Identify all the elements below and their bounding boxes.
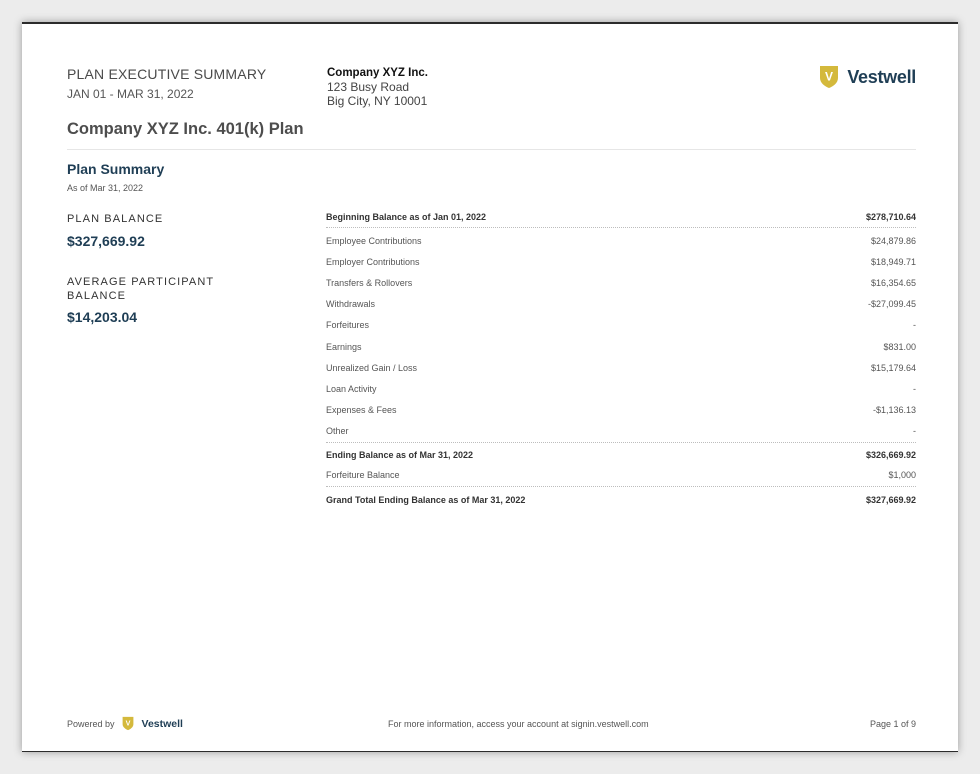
ending-balance-row: Ending Balance as of Mar 31, 2022 $326,6… [326,445,916,465]
footer-info: For more information, access your accoun… [388,719,649,729]
section-as-of: As of Mar 31, 2022 [67,183,144,193]
row-label: Forfeiture Balance [326,470,400,481]
row-label: Grand Total Ending Balance as of Mar 31,… [326,495,526,506]
row-value: $326,669.92 [865,449,916,460]
row-label: Other [326,426,349,437]
forfeiture-balance-row: Forfeiture Balance $1,000 [326,465,916,488]
row-label: Withdrawals [326,299,376,310]
avg-balance-label-line1: AVERAGE PARTICIPANT [67,276,215,288]
plan-balance-label: PLAN BALANCE [67,213,164,225]
row-value: $278,710.64 [865,212,916,222]
row-value: $24,879.86 [870,235,916,246]
footer-wordmark: Vestwell [141,717,183,730]
footer-powered-by: Powered by V Vestwell [67,716,183,731]
avg-balance-label-line2: BALANCE [67,290,127,302]
powered-by-text: Powered by [67,718,115,729]
report-page: PLAN EXECUTIVE SUMMARY JAN 01 - MAR 31, … [22,22,958,752]
row-label: Employer Contributions [326,256,420,267]
beginning-balance-row: Beginning Balance as of Jan 01, 2022 $27… [326,207,916,228]
header-divider [67,149,916,150]
row-label: Beginning Balance as of Jan 01, 2022 [326,212,487,222]
row-value: $16,354.65 [870,277,916,288]
row-value: - [913,383,916,394]
address-line-1: 123 Busy Road [327,80,410,94]
plan-name: Company XYZ Inc. 401(k) Plan [67,120,304,138]
row-label: Forfeitures [326,320,370,331]
avg-balance-label: AVERAGE PARTICIPANT BALANCE [67,275,214,303]
grand-total-row: Grand Total Ending Balance as of Mar 31,… [326,490,916,510]
report-period: JAN 01 - MAR 31, 2022 [67,87,194,101]
report-title: PLAN EXECUTIVE SUMMARY [67,66,267,82]
table-row: Loan Activity - [326,378,916,399]
logo-wordmark: Vestwell [847,66,916,87]
table-row: Withdrawals -$27,099.45 [326,294,916,315]
table-row: Expenses & Fees -$1,136.13 [326,400,916,421]
shield-logo-icon: V [820,66,839,88]
avg-balance-value: $14,203.04 [67,309,138,325]
table-row: Employer Contributions $18,949.71 [326,251,916,272]
row-value: $831.00 [883,341,916,352]
row-label: Transfers & Rollovers [326,277,413,288]
row-value: $18,949.71 [870,256,916,267]
row-value: $1,000 [888,470,916,481]
row-value: - [913,426,916,437]
table-row: Transfers & Rollovers $16,354.65 [326,272,916,293]
row-label: Earnings [326,341,362,352]
row-label: Expenses & Fees [326,405,397,416]
logo-letter: V [825,70,833,84]
table-row: Earnings $831.00 [326,336,916,357]
balance-table: Beginning Balance as of Jan 01, 2022 $27… [326,207,916,510]
section-title: Plan Summary [67,161,165,177]
table-row: Other - [326,421,916,443]
row-value: - [913,320,916,331]
row-value: -$27,099.45 [867,299,916,310]
row-label: Ending Balance as of Mar 31, 2022 [326,449,474,460]
vestwell-logo: V Vestwell [819,65,916,89]
footer-logo-letter: V [125,719,130,728]
table-row: Unrealized Gain / Loss $15,179.64 [326,357,916,378]
row-label: Loan Activity [326,383,377,394]
page-number: Page 1 of 9 [869,719,916,729]
row-value: -$1,136.13 [872,405,916,416]
company-address: Company XYZ Inc. 123 Busy Road Big City,… [327,66,428,108]
row-label: Unrealized Gain / Loss [326,362,418,373]
row-label: Employee Contributions [326,235,422,246]
plan-balance-value: $327,669.92 [67,233,145,249]
row-value: $15,179.64 [870,362,916,373]
table-row: Employee Contributions $24,879.86 [326,230,916,251]
shield-logo-small-icon: V [122,716,133,731]
table-row: Forfeitures - [326,315,916,336]
address-line-2: Big City, NY 10001 [327,94,428,108]
row-value: $327,669.92 [865,495,916,506]
company-name: Company XYZ Inc. [327,67,428,79]
